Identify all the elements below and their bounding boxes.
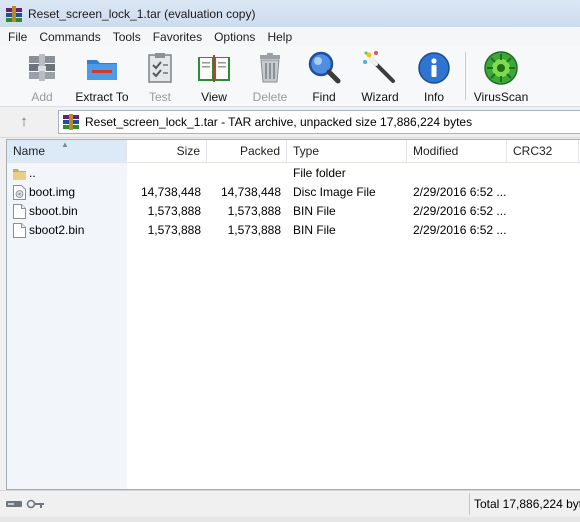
file-name: boot.img [29, 185, 76, 199]
column-header-packed[interactable]: Packed [207, 140, 287, 162]
file-size: 1,573,888 [147, 204, 201, 218]
file-packed: 1,573,888 [227, 223, 281, 237]
disc-image-icon [13, 185, 26, 200]
info-icon [416, 50, 452, 86]
window-bottom-edge [0, 517, 580, 522]
drive-key-icon[interactable] [6, 498, 46, 510]
virusscan-button[interactable]: VirusScan [474, 48, 528, 104]
wizard-button[interactable]: Wizard [360, 48, 400, 104]
file-name: .. [29, 166, 36, 180]
file-icon [13, 204, 26, 219]
file-name: sboot2.bin [29, 223, 85, 237]
extract-to-label: Extract To [75, 90, 129, 104]
magic-wand-icon [362, 50, 398, 86]
status-total: Total 17,886,224 bytes [474, 497, 580, 511]
file-modified: 2/29/2016 6:52 ... [413, 204, 507, 218]
status-divider [469, 493, 470, 515]
file-list[interactable]: ▲ Name Size Packed Type Modified CRC32 .… [6, 139, 580, 490]
test-label: Test [148, 90, 171, 104]
file-type: BIN File [293, 204, 336, 218]
title-bar: Reset_screen_lock_1.tar (evaluation copy… [0, 0, 580, 28]
folder-icon [13, 166, 26, 181]
winrar-app-icon[interactable] [6, 5, 22, 22]
virusscan-label: VirusScan [473, 90, 529, 104]
column-header-crc32[interactable]: CRC32 [507, 140, 579, 162]
trash-icon [252, 50, 288, 86]
archive-icon [63, 114, 79, 130]
up-arrow-icon[interactable]: ↑ [14, 113, 34, 131]
menu-tools[interactable]: Tools [107, 30, 147, 44]
address-bar: ↑ Reset_screen_lock_1.tar - TAR archive,… [0, 107, 580, 138]
menu-commands[interactable]: Commands [33, 30, 106, 44]
toolbar: Add Extract To Test View Delete Find Wiz… [0, 46, 580, 107]
magnifier-icon [306, 50, 342, 86]
file-icon [13, 223, 26, 238]
file-type: File folder [293, 166, 346, 180]
find-button[interactable]: Find [306, 48, 342, 104]
extract-folder-icon [84, 50, 120, 86]
add-label: Add [31, 90, 53, 104]
window-title: Reset_screen_lock_1.tar (evaluation copy… [28, 6, 256, 21]
delete-button[interactable]: Delete [250, 48, 290, 104]
column-header-type[interactable]: Type [287, 140, 407, 162]
file-row-boot-img[interactable]: boot.img 14,738,448 14,738,448 Disc Imag… [7, 183, 580, 202]
virus-scan-icon [483, 50, 519, 86]
status-bar: Total 17,886,224 bytes [0, 490, 580, 518]
column-header-size[interactable]: Size [127, 140, 207, 162]
view-book-icon [196, 50, 232, 86]
wizard-label: Wizard [361, 90, 399, 104]
menu-options[interactable]: Options [208, 30, 261, 44]
add-archive-icon [24, 50, 60, 86]
menu-file[interactable]: File [0, 30, 33, 44]
menu-help[interactable]: Help [261, 30, 298, 44]
sort-ascending-icon: ▲ [61, 140, 69, 149]
info-label: Info [423, 90, 444, 104]
find-label: Find [312, 90, 336, 104]
add-button[interactable]: Add [22, 48, 62, 104]
menu-favorites[interactable]: Favorites [147, 30, 208, 44]
view-button[interactable]: View [194, 48, 234, 104]
view-label: View [201, 90, 227, 104]
file-modified: 2/29/2016 6:52 ... [413, 223, 507, 237]
column-header-name[interactable]: ▲ Name [7, 140, 127, 162]
file-name: sboot.bin [29, 204, 78, 218]
file-type: BIN File [293, 223, 336, 237]
delete-label: Delete [252, 90, 288, 104]
path-text: Reset_screen_lock_1.tar - TAR archive, u… [85, 115, 473, 129]
file-packed: 1,573,888 [227, 204, 281, 218]
file-type: Disc Image File [293, 185, 376, 199]
info-button[interactable]: Info [418, 48, 450, 104]
file-packed: 14,738,448 [220, 185, 281, 199]
menu-bar: File Commands Tools Favorites Options He… [0, 27, 580, 46]
extract-to-button[interactable]: Extract To [74, 48, 130, 104]
file-size: 14,738,448 [140, 185, 201, 199]
file-modified: 2/29/2016 6:52 ... [413, 185, 507, 199]
column-header-modified[interactable]: Modified [407, 140, 507, 162]
toolbar-separator [465, 52, 466, 100]
column-header-row: ▲ Name Size Packed Type Modified CRC32 [7, 140, 580, 163]
file-row-parent[interactable]: .. File folder [7, 164, 580, 183]
test-button[interactable]: Test [142, 48, 178, 104]
test-clipboard-icon [142, 50, 178, 86]
path-field[interactable]: Reset_screen_lock_1.tar - TAR archive, u… [58, 110, 580, 134]
file-row-sboot-bin[interactable]: sboot.bin 1,573,888 1,573,888 BIN File 2… [7, 202, 580, 221]
file-size: 1,573,888 [147, 223, 201, 237]
file-row-sboot2-bin[interactable]: sboot2.bin 1,573,888 1,573,888 BIN File … [7, 221, 580, 240]
